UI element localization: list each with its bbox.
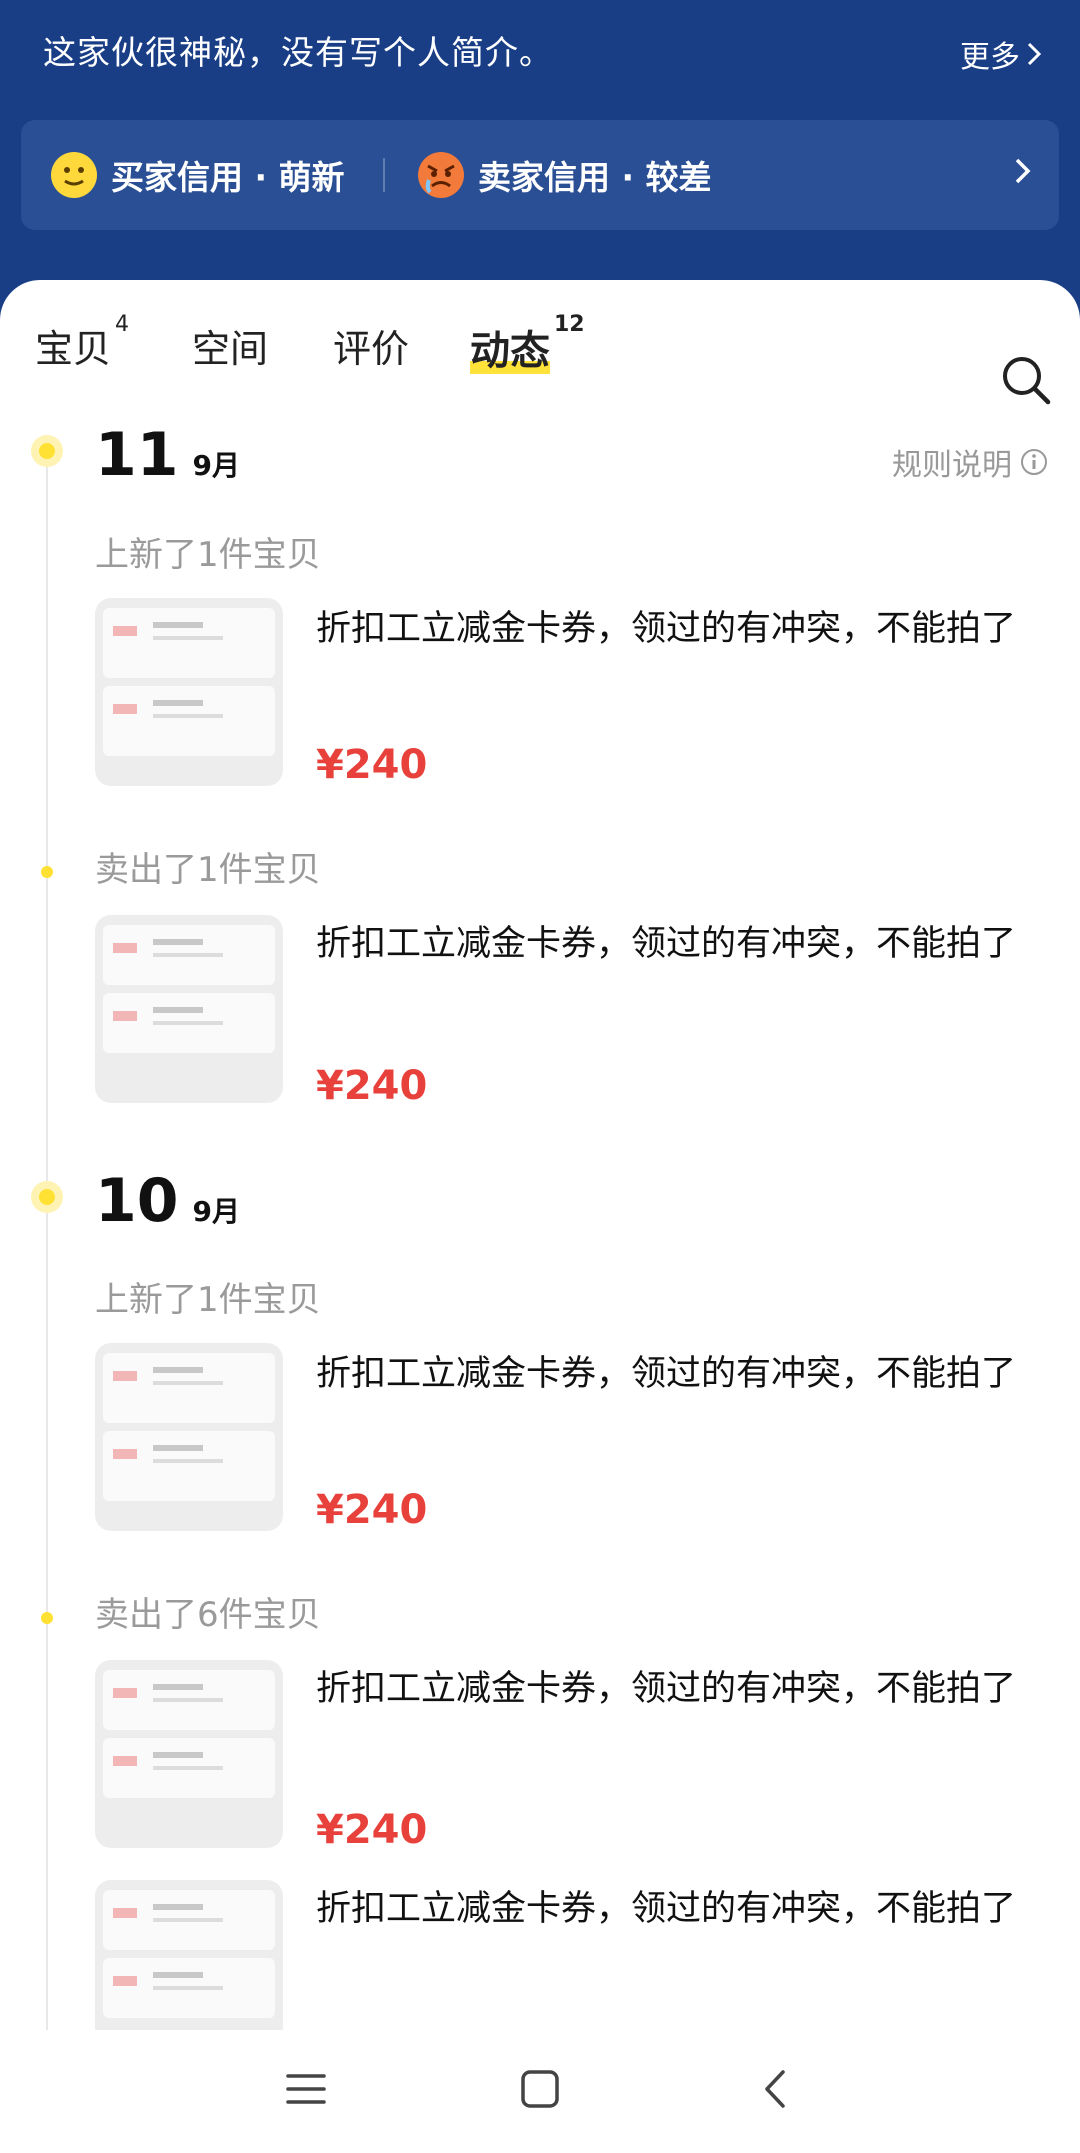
rules-link[interactable]: 规则说明: [892, 440, 1048, 484]
tab-items-label: 宝贝: [35, 327, 112, 371]
activity-label: 上新了1件宝贝: [95, 1280, 321, 1320]
tab-activity-count: 12: [554, 312, 585, 337]
thumb-card: [103, 608, 275, 678]
date-month: 9月: [192, 1195, 240, 1228]
search-icon[interactable]: [1000, 354, 1052, 406]
date-day: 11: [95, 420, 179, 490]
menu-icon[interactable]: [285, 2068, 327, 2110]
chevron-right-icon: [1027, 42, 1042, 66]
profile-bio: 这家伙很神秘，没有写个人简介。: [43, 33, 553, 72]
profile-content: 宝贝4 空间 评价 动态12 11 9月 规则说明 上新了1件宝贝 折扣工立减金: [0, 280, 1080, 2030]
timeline-date-dot: [31, 435, 63, 467]
item-thumbnail[interactable]: [95, 1660, 283, 1848]
item-price: ¥240: [316, 1807, 428, 1853]
tab-reviews-label: 评价: [333, 327, 410, 371]
tab-bar: 宝贝4 空间 评价 动态12: [0, 312, 1080, 405]
item-title[interactable]: 折扣工立减金卡券，领过的有冲突，不能拍了: [316, 1880, 1016, 1931]
seller-credit-label: 卖家信用 · 较差: [478, 158, 712, 197]
thumb-card: [103, 925, 275, 985]
tab-activity[interactable]: 动态12: [470, 312, 585, 376]
activity-label: 上新了1件宝贝: [95, 535, 321, 575]
rules-label: 规则说明: [892, 448, 1012, 483]
item-title[interactable]: 折扣工立减金卡券，领过的有冲突，不能拍了: [316, 915, 1016, 966]
thumb-card: [103, 993, 275, 1053]
smile-emoji-icon: [51, 152, 97, 198]
item-price: ¥240: [316, 1063, 428, 1109]
system-nav-bar: [0, 2030, 1080, 2153]
date-day: 10: [95, 1166, 179, 1236]
angry-emoji-icon: [418, 152, 464, 198]
item-price: ¥240: [316, 1487, 428, 1533]
tab-activity-label: 动态: [470, 328, 550, 374]
timeline-event-dot: [41, 866, 53, 878]
more-label: 更多: [960, 40, 1020, 75]
item-title[interactable]: 折扣工立减金卡券，领过的有冲突，不能拍了: [316, 1660, 1016, 1711]
item-thumbnail[interactable]: [95, 1880, 283, 2030]
thumb-card: [103, 1431, 275, 1501]
more-button[interactable]: 更多: [960, 32, 1042, 76]
buyer-credit-label: 买家信用 · 萌新: [111, 158, 345, 197]
thumb-card: [103, 1958, 275, 2018]
thumb-card: [103, 1890, 275, 1950]
credit-bar[interactable]: 买家信用 · 萌新 卖家信用 · 较差: [21, 120, 1059, 230]
timeline-date-dot: [31, 1181, 63, 1213]
timeline-date: 11 9月: [95, 420, 240, 490]
tab-space[interactable]: 空间: [192, 318, 268, 373]
thumb-card: [103, 686, 275, 756]
buyer-credit: 买家信用 · 萌新: [49, 150, 345, 200]
tab-items[interactable]: 宝贝4: [35, 312, 129, 373]
back-icon[interactable]: [755, 2068, 797, 2110]
timeline-date: 10 9月: [95, 1166, 240, 1236]
info-icon: [1021, 449, 1047, 475]
chevron-right-icon: [1015, 158, 1031, 184]
thumb-card: [103, 1670, 275, 1730]
credit-divider: [383, 158, 385, 192]
date-month: 9月: [192, 449, 240, 482]
tab-space-label: 空间: [192, 327, 269, 371]
tab-reviews[interactable]: 评价: [333, 318, 409, 373]
item-thumbnail[interactable]: [95, 1343, 283, 1531]
activity-label: 卖出了1件宝贝: [95, 850, 321, 890]
seller-credit: 卖家信用 · 较差: [416, 150, 712, 200]
item-title[interactable]: 折扣工立减金卡券，领过的有冲突，不能拍了: [316, 600, 1016, 651]
item-title[interactable]: 折扣工立减金卡券，领过的有冲突，不能拍了: [316, 1345, 1016, 1396]
timeline-line: [46, 450, 48, 2030]
activity-label: 卖出了6件宝贝: [95, 1595, 321, 1635]
tab-items-count: 4: [115, 312, 130, 337]
item-price: ¥240: [316, 742, 428, 788]
item-thumbnail[interactable]: [95, 915, 283, 1103]
thumb-card: [103, 1353, 275, 1423]
item-thumbnail[interactable]: [95, 598, 283, 786]
timeline-event-dot: [41, 1612, 53, 1624]
thumb-card: [103, 1738, 275, 1798]
home-icon[interactable]: [519, 2068, 561, 2110]
